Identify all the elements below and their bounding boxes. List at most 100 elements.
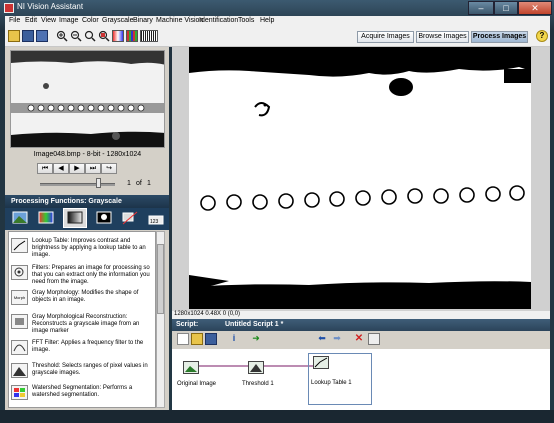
image-thumbnail[interactable] xyxy=(10,50,165,148)
image-slider-track[interactable] xyxy=(40,183,115,186)
function-label: Lookup Table: Improves contrast and brig… xyxy=(32,238,146,258)
list-item[interactable]: Filters: Prepares an image for processin… xyxy=(11,265,151,287)
page-current: 1 xyxy=(127,180,131,187)
run-script-icon[interactable]: ➜ xyxy=(250,333,262,345)
acquire-images-button[interactable]: Acquire Images xyxy=(357,31,414,43)
minimize-button[interactable]: – xyxy=(468,1,494,15)
lookup-table-icon xyxy=(313,356,329,369)
delete-step-icon[interactable]: ✕ xyxy=(353,333,365,345)
script-header: Script: Untitled Script 1 * xyxy=(172,319,550,331)
script-toolbar: i ➜ ⬅ ➡ ✕ xyxy=(172,331,550,349)
main-toolbar: Acquire Images Browse Images Process Ima… xyxy=(5,28,550,47)
list-item[interactable]: Morph Gray Morphology: Modifies the shap… xyxy=(11,290,151,310)
menu-identification[interactable]: Identification xyxy=(199,17,238,24)
page-of-label: of xyxy=(136,180,142,187)
list-item[interactable]: Threshold: Selects ranges of pixel value… xyxy=(11,363,151,383)
zoom-fit-icon[interactable] xyxy=(84,30,96,42)
open-script-icon[interactable] xyxy=(191,333,203,345)
app-icon xyxy=(4,3,14,13)
move-left-icon[interactable]: ⬅ xyxy=(316,333,328,345)
first-image-button[interactable]: ⏮ xyxy=(37,163,53,174)
zoom-region-icon[interactable] xyxy=(98,30,110,42)
close-button[interactable]: ✕ xyxy=(518,1,552,15)
processing-function-list: Lookup Table: Improves contrast and brig… xyxy=(8,231,156,408)
menu-binary[interactable]: Binary xyxy=(133,17,153,24)
original-image-icon xyxy=(183,361,199,374)
menu-file[interactable]: File xyxy=(9,17,20,24)
menu-tools[interactable]: Tools xyxy=(238,17,254,24)
menu-grayscale[interactable]: Grayscale xyxy=(102,17,134,24)
title-bar[interactable]: NI Vision Assistant – □ ✕ xyxy=(0,0,554,16)
menu-help[interactable]: Help xyxy=(260,17,274,24)
window-bottom-border xyxy=(0,410,554,423)
script-step-threshold[interactable]: Threshold 1 xyxy=(242,357,302,402)
process-images-button[interactable]: Process Images xyxy=(471,31,528,43)
script-name: Untitled Script 1 * xyxy=(225,321,284,328)
step-label: Lookup Table 1 xyxy=(311,380,352,386)
function-label: Filters: Prepares an image for processin… xyxy=(32,265,150,285)
menu-view[interactable]: View xyxy=(41,17,56,24)
zoom-out-icon[interactable] xyxy=(70,30,82,42)
script-canvas: Original Image Threshold 1 Lookup Table … xyxy=(172,349,550,410)
loop-button[interactable]: ↪ xyxy=(101,163,117,174)
step-label: Threshold 1 xyxy=(242,381,274,387)
browse-images-button[interactable]: Browse Images xyxy=(416,31,469,43)
page-total: 1 xyxy=(147,180,151,187)
histogram-icon[interactable] xyxy=(126,30,138,42)
thresholded-image xyxy=(189,47,531,309)
move-right-icon[interactable]: ➡ xyxy=(331,333,343,345)
function-label: Gray Morphological Reconstruction: Recon… xyxy=(32,314,140,334)
copy-step-icon[interactable] xyxy=(368,333,380,345)
menu-machine-vision[interactable]: Machine Vision xyxy=(156,17,203,24)
menu-edit[interactable]: Edit xyxy=(25,17,37,24)
save-script-icon[interactable] xyxy=(205,333,217,345)
lookup-table-icon xyxy=(11,238,28,253)
grayscale-tab[interactable] xyxy=(63,208,87,228)
script-step-original-image[interactable]: Original Image xyxy=(177,357,237,402)
thumbnail-picture xyxy=(11,51,164,147)
watershed-icon xyxy=(11,385,28,400)
function-label: FFT Filter: Applies a frequency filter t… xyxy=(32,340,144,353)
image-display[interactable] xyxy=(189,47,531,309)
threshold-icon xyxy=(11,363,28,378)
gray-morphology-icon: Morph xyxy=(11,290,28,305)
list-item[interactable]: FFT Filter: Applies a frequency filter t… xyxy=(11,340,151,360)
svg-text:123: 123 xyxy=(150,219,159,225)
color-tab[interactable] xyxy=(37,210,55,226)
binary-tab[interactable] xyxy=(95,210,113,226)
list-item[interactable]: Watershed Segmentation: Performs a water… xyxy=(11,385,151,405)
save-icon[interactable] xyxy=(22,30,34,42)
save-all-icon[interactable] xyxy=(36,30,48,42)
menu-color[interactable]: Color xyxy=(82,17,99,24)
image-status-bar: 1280x1024 0.48X 0 (0,0) xyxy=(172,311,550,319)
image-slider-thumb[interactable] xyxy=(96,178,101,188)
list-item[interactable]: Gray Morphological Reconstruction: Recon… xyxy=(11,314,151,338)
maximize-button[interactable]: □ xyxy=(494,1,518,15)
image-info-readout: 1280x1024 0.48X 0 (0,0) xyxy=(174,311,241,317)
script-step-lookup-table[interactable]: Lookup Table 1 xyxy=(308,353,372,405)
help-button[interactable]: ? xyxy=(536,30,548,42)
function-label: Threshold: Selects ranges of pixel value… xyxy=(32,363,148,376)
image-compare-icon[interactable] xyxy=(112,30,124,42)
barcode-icon[interactable] xyxy=(140,30,158,42)
machine-vision-tab[interactable] xyxy=(121,210,139,226)
next-image-button[interactable]: ▶ xyxy=(69,163,85,174)
identification-tab[interactable]: 123 xyxy=(147,210,165,226)
image-caption: Image048.bmp - 8-bit - 1280x1024 xyxy=(33,151,142,158)
previous-image-button[interactable]: ◀ xyxy=(53,163,69,174)
image-tab[interactable] xyxy=(11,210,29,226)
window-title: NI Vision Assistant xyxy=(17,2,84,11)
reconstruction-icon xyxy=(11,314,28,329)
list-item[interactable]: Lookup Table: Improves contrast and brig… xyxy=(11,238,151,262)
new-script-icon[interactable] xyxy=(177,333,189,345)
function-list-scroll-thumb[interactable] xyxy=(157,244,164,314)
zoom-in-icon[interactable] xyxy=(56,30,68,42)
open-image-icon[interactable] xyxy=(8,30,20,42)
threshold-icon xyxy=(248,361,264,374)
info-icon[interactable]: i xyxy=(228,333,240,345)
processing-functions-title: Processing Functions: Grayscale xyxy=(11,198,122,205)
menu-image[interactable]: Image xyxy=(59,17,78,24)
processing-functions-header: Processing Functions: Grayscale xyxy=(5,195,169,208)
function-label: Gray Morphology: Modifies the shape of o… xyxy=(32,290,139,303)
last-image-button[interactable]: ⏭ xyxy=(85,163,101,174)
